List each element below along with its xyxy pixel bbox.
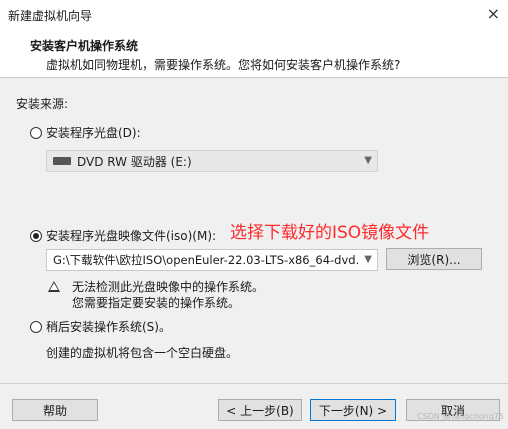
page-subtitle: 虚拟机如同物理机，需要操作系统。您将如何安装客户机操作系统? bbox=[46, 58, 401, 72]
help-button[interactable]: 帮助 bbox=[12, 399, 98, 421]
warning-icon bbox=[48, 281, 60, 292]
radio-indicator-selected[interactable] bbox=[30, 229, 42, 242]
close-icon[interactable]: × bbox=[487, 4, 500, 24]
title-bar: 新建虚拟机向导 × bbox=[0, 0, 508, 30]
watermark: CSDN @Yangchong75 bbox=[417, 412, 504, 421]
drive-select[interactable]: DVD RW 驱动器 (E:) ▼ bbox=[46, 150, 378, 172]
back-button[interactable]: < 上一步(B) bbox=[218, 399, 302, 421]
radio-indicator[interactable] bbox=[30, 126, 42, 139]
iso-path-input[interactable]: G:\下载软件\欧拉ISO\openEuler-22.03-LTS-x86_64… bbox=[46, 249, 378, 271]
dvd-drive-icon bbox=[53, 157, 71, 165]
chevron-down-icon: ▼ bbox=[364, 254, 372, 265]
radio-install-iso-label: 安装程序光盘映像文件(iso)(M): bbox=[46, 229, 217, 243]
next-button[interactable]: 下一步(N) > bbox=[310, 399, 396, 421]
window-title: 新建虚拟机向导 bbox=[8, 9, 93, 23]
warning-text-line2: 您需要指定要安装的操作系统。 bbox=[72, 296, 241, 310]
browse-button[interactable]: 浏览(R)... bbox=[386, 248, 482, 270]
radio-install-later-label: 稍后安装操作系统(S)。 bbox=[46, 320, 171, 334]
radio-install-disc[interactable]: 安装程序光盘(D): bbox=[30, 124, 141, 141]
annotation-text: 选择下载好的ISO镜像文件 bbox=[230, 223, 430, 243]
warning-text-line1: 无法检测此光盘映像中的操作系统。 bbox=[72, 280, 265, 294]
footer-divider bbox=[0, 383, 508, 384]
radio-install-later[interactable]: 稍后安装操作系统(S)。 bbox=[30, 318, 171, 335]
radio-install-disc-label: 安装程序光盘(D): bbox=[46, 126, 141, 140]
drive-select-value: DVD RW 驱动器 (E:) bbox=[77, 154, 192, 169]
install-source-label: 安装来源: bbox=[16, 97, 69, 111]
radio-install-iso[interactable]: 安装程序光盘映像文件(iso)(M): bbox=[30, 227, 216, 244]
page-title: 安装客户机操作系统 bbox=[30, 39, 139, 53]
blank-disk-note: 创建的虚拟机将包含一个空白硬盘。 bbox=[46, 346, 239, 360]
wizard-header: 安装客户机操作系统 虚拟机如同物理机，需要操作系统。您将如何安装客户机操作系统? bbox=[0, 30, 508, 78]
radio-indicator[interactable] bbox=[30, 320, 42, 333]
iso-path-value: G:\下载软件\欧拉ISO\openEuler-22.03-LTS-x86_64… bbox=[53, 253, 360, 267]
chevron-down-icon: ▼ bbox=[364, 155, 372, 166]
